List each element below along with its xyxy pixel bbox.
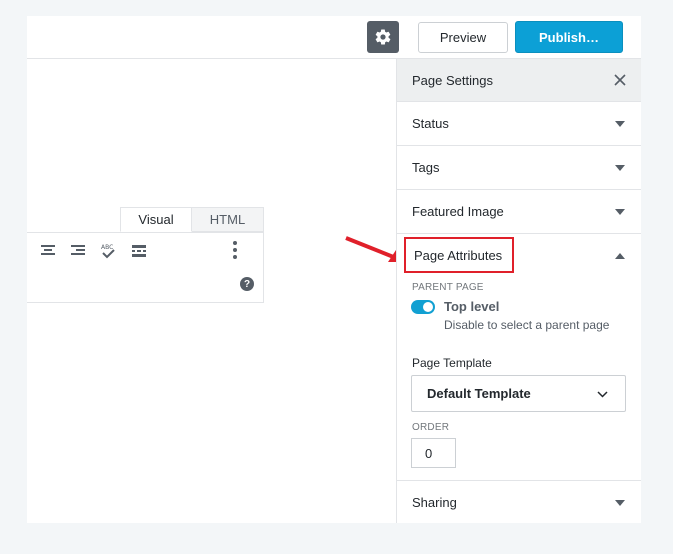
tab-html[interactable]: HTML [192, 207, 264, 232]
more-vertical-icon[interactable] [227, 240, 243, 260]
preview-button[interactable]: Preview [418, 22, 508, 53]
panel-featured-image[interactable]: Featured Image [397, 190, 641, 234]
tab-visual[interactable]: Visual [120, 207, 192, 232]
panel-sharing-label: Sharing [412, 495, 457, 510]
close-icon[interactable] [613, 73, 627, 87]
publish-button[interactable]: Publish… [515, 21, 623, 53]
page-template-select[interactable]: Default Template [411, 375, 626, 412]
top-level-toggle[interactable] [411, 300, 435, 314]
caret-down-icon [615, 500, 625, 506]
panel-tags-label: Tags [412, 160, 440, 175]
editor-content-area[interactable]: ? [27, 267, 264, 303]
sidebar-title: Page Settings [412, 72, 493, 88]
caret-down-icon [615, 209, 625, 215]
panel-status-label: Status [412, 116, 449, 131]
settings-sidebar: Page Settings Status Tags Featured Image… [396, 59, 641, 523]
parent-page-label: PARENT PAGE [412, 282, 484, 293]
editor-tabs: Visual HTML [120, 207, 264, 232]
gear-icon [375, 29, 391, 45]
order-input[interactable]: 0 [411, 438, 456, 468]
caret-down-icon [615, 121, 625, 127]
panel-page-attributes-label: Page Attributes [414, 247, 503, 263]
page-template-value: Default Template [427, 386, 531, 401]
help-icon[interactable]: ? [240, 277, 254, 291]
top-toolbar: Preview Publish… [27, 16, 641, 59]
editor-frame: Preview Publish… Visual HTML ABC ? Page … [27, 16, 641, 523]
panel-page-attributes-toggle[interactable]: Page Attributes [404, 237, 514, 273]
editor-format-toolbar: ABC [27, 232, 264, 268]
panel-page-attributes: Page Attributes PARENT PAGE Top level Di… [397, 234, 641, 481]
caret-up-icon[interactable] [615, 253, 625, 259]
sidebar-header: Page Settings [397, 59, 641, 102]
order-label: ORDER [412, 422, 450, 433]
page-template-label: Page Template [412, 356, 492, 370]
caret-down-icon [615, 165, 625, 171]
toggle-help-text: Disable to select a parent page [444, 318, 610, 332]
panel-tags[interactable]: Tags [397, 146, 641, 190]
chevron-down-icon [597, 391, 608, 398]
svg-text:ABC: ABC [101, 244, 113, 251]
top-level-label: Top level [444, 299, 500, 314]
panel-status[interactable]: Status [397, 102, 641, 146]
panel-sharing[interactable]: Sharing [397, 481, 641, 523]
settings-button[interactable] [367, 21, 399, 53]
panel-featured-image-label: Featured Image [412, 204, 504, 219]
align-center-icon[interactable] [40, 243, 56, 259]
spellcheck-icon[interactable]: ABC [100, 243, 116, 259]
read-more-icon[interactable] [131, 243, 147, 259]
align-right-icon[interactable] [70, 243, 86, 259]
